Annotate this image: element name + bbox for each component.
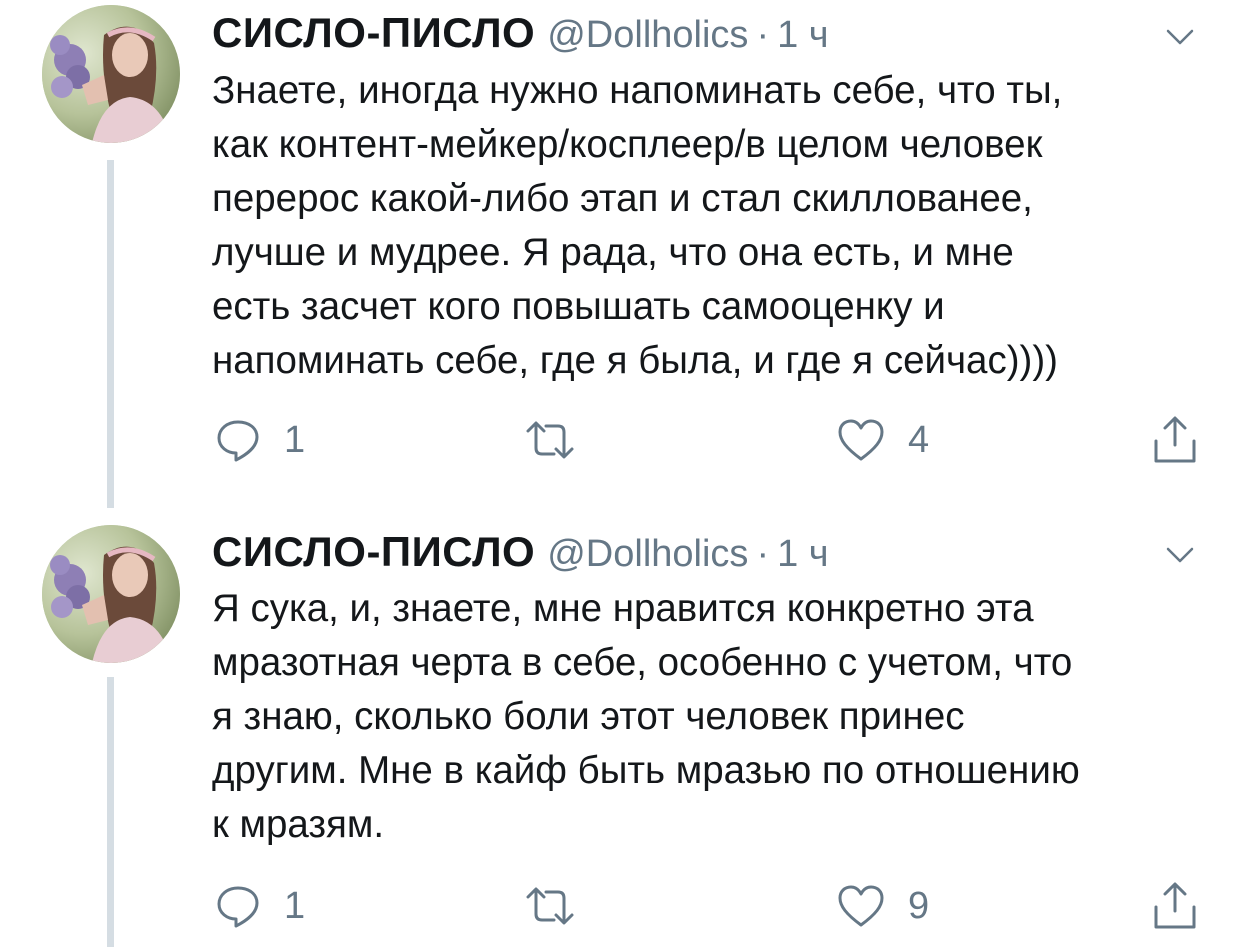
retweet-button[interactable] [524,410,598,470]
tweet-text-line: лучше и мудрее. Я рада, что она есть, и … [212,231,1014,274]
retweet-icon [526,421,574,459]
separator-dot: · [756,533,770,575]
chevron-down-icon[interactable] [1160,540,1200,570]
tweet-timestamp[interactable]: 1 ч [777,533,829,575]
share-button[interactable] [1152,876,1198,936]
tweet-text-line: как контент-мейкер/косплеер/в целом чело… [212,123,1043,166]
author-handle[interactable]: @Dollholics [547,14,748,56]
tweet-header: СИСЛО-ПИСЛО @Dollholics · 1 ч [212,3,1212,63]
reply-icon [217,420,259,462]
tweet-text-line: Я сука, и, знаете, мне нравится конкретн… [212,587,1034,630]
thread-line [107,677,114,947]
reply-icon [217,886,259,928]
like-icon [838,419,884,461]
tweet-text-line: есть засчет кого повышать самооценку и [212,285,945,328]
share-icon [1154,416,1196,463]
avatar[interactable] [42,5,180,143]
like-button[interactable]: 9 [836,876,929,936]
tweet-text-line: другим. Мне в кайф быть мразью по отноше… [212,749,1080,792]
tweet-text-line: напоминать себе, где я была, и где я сей… [212,339,1059,382]
tweet-header: СИСЛО-ПИСЛО @Dollholics · 1 ч [212,522,1212,582]
share-button[interactable] [1152,410,1198,470]
tweet-text: Я сука, и, знаете, мне нравится конкретн… [212,582,1222,852]
tweet-1: СИСЛО-ПИСЛО @Dollholics · 1 ч Знаете, иногд… [0,0,1242,508]
retweet-icon [526,887,574,925]
tweet-text: Знаете, иногда нужно напоминать себе, чт… [212,64,1222,388]
thread-line [107,160,114,508]
like-count: 4 [908,418,930,461]
reply-count: 1 [284,884,306,927]
separator-dot: · [756,14,770,56]
avatar[interactable] [42,525,180,663]
reply-button[interactable]: 1 [214,876,305,936]
like-button[interactable]: 4 [836,410,929,470]
reply-button[interactable]: 1 [214,410,305,470]
like-count: 9 [908,884,930,927]
tweet-text-line: Знаете, иногда нужно напоминать себе, чт… [212,69,1063,112]
tweet-text-line: перерос какой-либо этап и стал скиллован… [212,177,1033,220]
tweet-text-line: мразотная черта в себе, особенно с учето… [212,641,1073,684]
author-name[interactable]: СИСЛО-ПИСЛО [212,9,535,56]
tweet-timestamp[interactable]: 1 ч [777,14,829,56]
reply-count: 1 [284,418,306,461]
author-name[interactable]: СИСЛО-ПИСЛО [212,528,535,575]
tweet-text-line: я знаю, сколько боли этот человек принес [212,695,965,738]
retweet-button[interactable] [524,876,598,936]
like-icon [838,885,884,927]
tweet-text-line: к мразям. [212,803,385,846]
author-handle[interactable]: @Dollholics [547,533,748,575]
tweet-2: СИСЛО-ПИСЛО @Dollholics · 1 ч Я сука, и, зн… [0,520,1242,947]
share-icon [1154,882,1196,929]
chevron-down-icon[interactable] [1160,22,1200,52]
